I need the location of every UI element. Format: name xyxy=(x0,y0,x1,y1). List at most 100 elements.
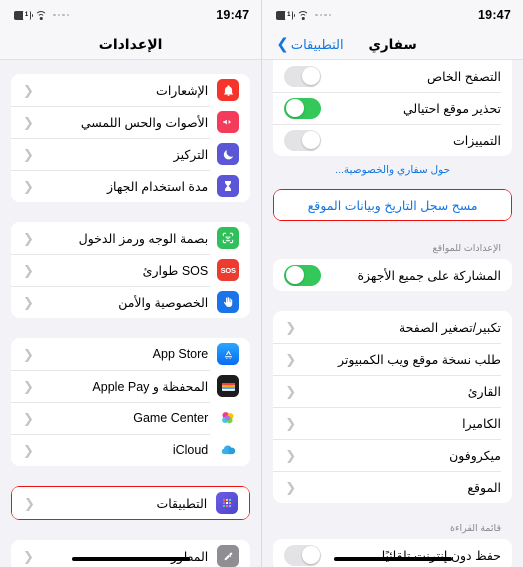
settings-group-developer: المطور ❮ xyxy=(11,540,251,567)
chevron-icon: ❮ xyxy=(23,82,34,98)
app-store-icon xyxy=(217,343,240,365)
settings-group-services: App Store ❮ المحفظة و Apple Pay ❮ Game C… xyxy=(11,338,251,466)
battery-icon: 1 xyxy=(14,10,33,20)
chevron-icon: ❮ xyxy=(23,114,34,130)
row-label: طوارئ SOS xyxy=(142,263,209,278)
row-fraud-warning[interactable]: تحذير موقع احتيالي xyxy=(273,92,512,124)
row-location[interactable]: الموقع ❮ xyxy=(273,471,512,503)
row-label: التمييزات xyxy=(453,133,501,148)
chevron-icon: ❮ xyxy=(23,294,34,310)
cross-device-group: المشاركة على جميع الأجهزة xyxy=(273,259,512,291)
settings-row-apps[interactable]: التطبيقات ❮ xyxy=(12,487,250,519)
settings-row-app-store[interactable]: App Store ❮ xyxy=(11,338,251,370)
settings-row-game-center[interactable]: Game Center ❮ xyxy=(11,402,251,434)
developer-hammer-icon xyxy=(217,545,240,567)
status-bar-right: 1 19:47 xyxy=(0,0,262,30)
icloud-icon xyxy=(217,439,240,461)
settings-row-privacy-security[interactable]: الخصوصية والأمن ❮ xyxy=(11,286,251,318)
row-label: App Store xyxy=(152,347,209,361)
row-label: التطبيقات xyxy=(156,496,208,511)
row-label: التصفح الخاص xyxy=(426,69,501,84)
safari-nav-bar: التطبيقات ❯ سفاري xyxy=(262,30,523,60)
settings-scroll-content[interactable]: الإشعارات ❮ الأصوات والحس اللمسي ❮ الترك… xyxy=(0,60,261,567)
chevron-icon: ❮ xyxy=(23,146,34,162)
battery-icon: 1 xyxy=(276,10,296,20)
row-label: ميكروفون xyxy=(449,448,501,463)
chevron-icon: ❮ xyxy=(285,383,297,399)
toggle-save-offline[interactable] xyxy=(284,544,322,566)
chevron-icon: ❮ xyxy=(285,319,297,335)
site-options-group: تكبير/تصغير الصفحة ❮ طلب نسخة موقع ويب ا… xyxy=(273,311,512,503)
game-center-icon xyxy=(217,407,240,429)
settings-group-security: بصمة الوجه ورمز الدخول ❮ SOS طوارئ SOS ❮… xyxy=(11,222,251,318)
row-label: بصمة الوجه ورمز الدخول xyxy=(78,231,209,246)
row-label: المطور xyxy=(170,549,209,564)
settings-group-apps: التطبيقات ❮ xyxy=(12,487,250,519)
clear-history-button[interactable]: مسح سجل التاريخ وبيانات الموقع xyxy=(274,190,511,220)
chevron-back-icon: ❯ xyxy=(276,36,289,53)
row-label: القارئ xyxy=(467,384,501,399)
settings-row-focus[interactable]: التركيز ❮ xyxy=(11,138,251,170)
status-bar-left: 1 19:47 xyxy=(262,0,523,30)
row-page-zoom[interactable]: تكبير/تصغير الصفحة ❮ xyxy=(273,311,512,343)
sound-haptics-icon xyxy=(217,111,240,133)
row-request-desktop-site[interactable]: طلب نسخة موقع ويب الكمبيوتر ❮ xyxy=(273,343,512,375)
row-automatically-save-offline[interactable]: حفظ دون إنترنت تلقائيًا xyxy=(273,539,512,567)
chevron-icon: ❮ xyxy=(23,346,34,362)
status-bar-time-right: 19:47 xyxy=(216,8,250,22)
settings-row-wallet-apple-pay[interactable]: المحفظة و Apple Pay ❮ xyxy=(11,370,251,402)
chevron-icon: ❮ xyxy=(23,378,34,394)
toggle-fraud-warning[interactable] xyxy=(284,97,322,119)
row-label: الخصوصية والأمن xyxy=(118,295,209,310)
settings-row-face-id[interactable]: بصمة الوجه ورمز الدخول ❮ xyxy=(11,222,251,254)
settings-page-title: الإعدادات xyxy=(98,36,163,52)
row-label: تحذير موقع احتيالي xyxy=(403,101,501,116)
chevron-icon: ❮ xyxy=(23,442,34,458)
status-bar-time-left: 19:47 xyxy=(478,8,511,22)
toggle-private-browsing[interactable] xyxy=(284,65,322,87)
about-safari-privacy-link[interactable]: حول سفاري والخصوصية... xyxy=(262,156,523,180)
settings-row-sounds-haptics[interactable]: الأصوات والحس اللمسي ❮ xyxy=(11,106,251,138)
row-label: المشاركة على جميع الأجهزة xyxy=(357,268,501,283)
settings-row-screen-time[interactable]: مدة استخدام الجهاز ❮ xyxy=(11,170,251,202)
toggle-share-across-devices[interactable] xyxy=(284,264,322,286)
status-indicators-right: 1 xyxy=(14,10,69,20)
row-camera[interactable]: الكاميرا ❮ xyxy=(273,407,512,439)
chevron-icon: ❮ xyxy=(285,415,297,431)
chevron-icon: ❮ xyxy=(23,410,34,426)
row-share-across-devices[interactable]: المشاركة على جميع الأجهزة xyxy=(273,259,512,291)
screen-time-hourglass-icon xyxy=(217,175,240,197)
row-label: المحفظة و Apple Pay xyxy=(92,379,209,394)
back-button-apps[interactable]: التطبيقات ❯ xyxy=(276,37,343,53)
row-label: Game Center xyxy=(133,411,209,425)
back-button-label: التطبيقات xyxy=(290,36,344,52)
row-private-browsing[interactable]: التصفح الخاص xyxy=(273,60,512,92)
face-id-icon xyxy=(217,227,240,249)
wallet-apple-pay-icon xyxy=(217,375,240,397)
signal-dots-icon xyxy=(315,13,332,17)
settings-row-emergency-sos[interactable]: SOS طوارئ SOS ❮ xyxy=(11,254,251,286)
chevron-icon: ❮ xyxy=(285,447,297,463)
row-label: الكاميرا xyxy=(462,416,501,431)
row-microphone[interactable]: ميكروفون ❮ xyxy=(273,439,512,471)
focus-moon-icon xyxy=(217,143,240,165)
row-reader[interactable]: القارئ ❮ xyxy=(273,375,512,407)
row-highlights[interactable]: التمييزات xyxy=(273,124,512,156)
apps-row-highlight-box: التطبيقات ❮ xyxy=(11,486,251,520)
row-label: طلب نسخة موقع ويب الكمبيوتر xyxy=(337,352,501,367)
safari-scroll-content[interactable]: التصفح الخاص تحذير موقع احتيالي التمييزا… xyxy=(262,60,523,567)
row-label: iCloud xyxy=(172,443,209,457)
settings-row-icloud[interactable]: iCloud ❮ xyxy=(11,434,251,466)
reading-list-header: قائمة القراءة xyxy=(450,523,501,534)
toggle-highlights[interactable] xyxy=(284,129,322,151)
status-indicators-left: 1 xyxy=(276,10,332,20)
site-settings-header: الإعدادات للمواقع xyxy=(432,243,501,254)
settings-row-notifications[interactable]: الإشعارات ❮ xyxy=(11,74,251,106)
chevron-icon: ❮ xyxy=(23,230,34,246)
wifi-icon xyxy=(297,10,310,20)
settings-group-notifications: الإشعارات ❮ الأصوات والحس اللمسي ❮ الترك… xyxy=(11,74,251,202)
clear-history-label: مسح سجل التاريخ وبيانات الموقع xyxy=(307,198,478,213)
home-indicator-left xyxy=(333,557,452,561)
settings-row-developer[interactable]: المطور ❮ xyxy=(11,540,251,567)
chevron-icon: ❮ xyxy=(24,495,35,511)
